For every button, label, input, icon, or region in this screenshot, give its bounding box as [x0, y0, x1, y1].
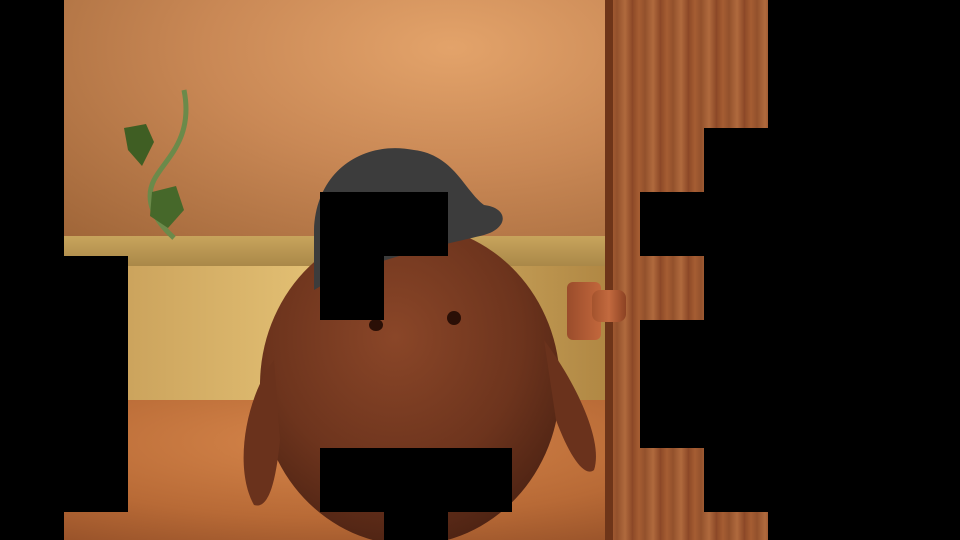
character-eye: [369, 319, 383, 331]
redaction-block: [704, 128, 768, 512]
redaction-block: [64, 256, 128, 512]
redaction-block: [320, 192, 448, 256]
redaction-block: [384, 512, 448, 540]
redaction-block: [768, 0, 960, 540]
redaction-block: [0, 0, 64, 540]
redaction-block: [320, 256, 384, 320]
character-eye: [447, 311, 461, 325]
redaction-block: [320, 448, 512, 512]
frame: [0, 0, 960, 540]
redaction-block: [640, 320, 704, 448]
character-left-arm: [243, 360, 280, 506]
redaction-block: [640, 192, 704, 256]
